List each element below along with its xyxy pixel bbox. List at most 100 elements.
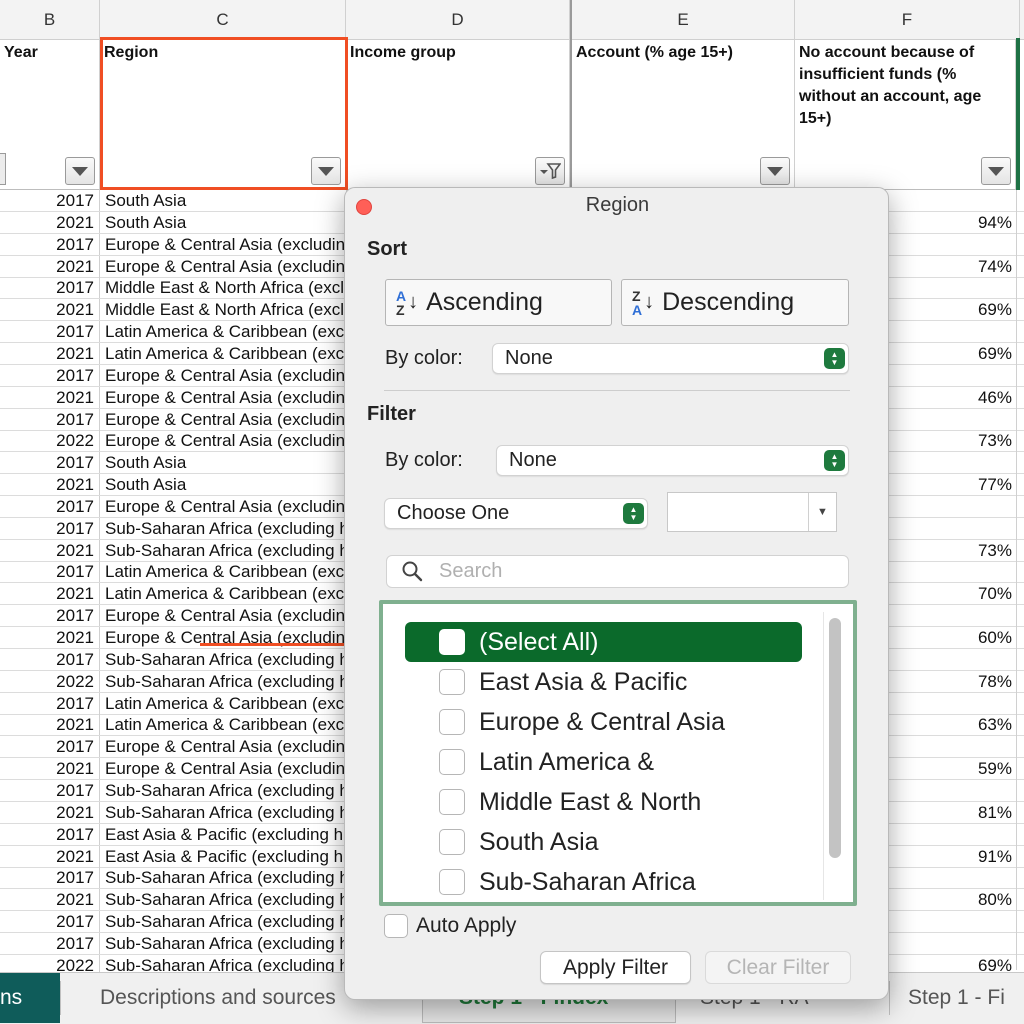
region-cell[interactable]: Europe & Central Asia (excluding high in… [101,409,347,430]
insufficient-funds-cell[interactable]: 78% [890,671,1014,692]
year-cell[interactable]: 2017 [0,605,100,627]
column-letter-c[interactable]: C [100,0,346,40]
insufficient-funds-cell[interactable] [890,736,1014,757]
year-cell[interactable]: 2021 [0,474,100,496]
region-cell[interactable]: Europe & Central Asia (excluding high in… [101,758,347,779]
year-cell[interactable]: 2021 [0,255,100,277]
year-cell[interactable]: 2021 [0,386,100,408]
insufficient-funds-cell[interactable] [890,190,1014,211]
region-cell[interactable]: Sub-Saharan Africa (excluding high incom… [101,780,347,801]
region-cell[interactable]: Europe & Central Asia (excluding high in… [101,736,347,757]
insufficient-funds-cell[interactable]: 46% [890,387,1014,408]
region-cell[interactable]: Sub-Saharan Africa (excluding high incom… [101,540,347,561]
item-checkbox[interactable] [439,749,465,775]
year-cell[interactable]: 2017 [0,495,100,517]
filter-button-partial[interactable] [0,153,6,185]
region-cell[interactable]: Sub-Saharan Africa (excluding high incom… [101,889,347,910]
filter-list-item[interactable]: Middle East & North [405,782,805,822]
item-checkbox[interactable] [439,869,465,895]
region-cell[interactable]: Sub-Saharan Africa (excluding high incom… [101,802,347,823]
year-cell[interactable]: 2021 [0,845,100,867]
year-cell[interactable]: 2021 [0,342,100,364]
insufficient-funds-cell[interactable] [890,518,1014,539]
region-cell[interactable]: Sub-Saharan Africa (excluding high incom… [101,867,347,888]
filter-button-no-account[interactable] [981,157,1011,185]
year-cell[interactable]: 2021 [0,583,100,605]
column-letter-f[interactable]: F [795,0,1020,40]
region-cell[interactable]: East Asia & Pacific (excluding high inco… [101,824,347,845]
insufficient-funds-cell[interactable] [890,867,1014,888]
header-cell-year[interactable]: Year [0,40,100,190]
sort-ascending-button[interactable]: AZ ↓ Ascending [385,279,612,326]
year-cell[interactable]: 2022 [0,670,100,692]
region-cell[interactable]: South Asia [101,190,347,211]
region-cell[interactable]: Sub-Saharan Africa (excluding high incom… [101,933,347,954]
region-cell[interactable]: Latin America & Caribbean (excluding hig… [101,321,347,342]
sort-by-color-select[interactable]: None ▲ ▼ [492,343,849,374]
condition-select[interactable]: Choose One ▲ ▼ [384,498,648,529]
year-cell[interactable]: 2017 [0,452,100,474]
region-cell[interactable]: South Asia [101,212,347,233]
condition-value-combobox[interactable]: ▼ [667,492,837,532]
year-cell[interactable]: 2017 [0,867,100,889]
item-checkbox[interactable] [439,829,465,855]
header-cell-income-group[interactable]: Income group [346,40,570,190]
region-cell[interactable]: Europe & Central Asia (excluding high in… [101,496,347,517]
region-cell[interactable]: Middle East & North Africa (excluding hi… [101,277,347,298]
insufficient-funds-cell[interactable] [890,277,1014,298]
insufficient-funds-cell[interactable]: 69% [890,299,1014,320]
header-cell-account[interactable]: Account (% age 15+) [570,40,795,190]
column-letter-d[interactable]: D [346,0,570,40]
filter-list-item[interactable]: Europe & Central Asia [405,702,805,742]
select-all-item[interactable]: (Select All) [405,622,802,662]
insufficient-funds-cell[interactable] [890,693,1014,714]
insufficient-funds-cell[interactable] [890,409,1014,430]
insufficient-funds-cell[interactable]: 63% [890,714,1014,735]
insufficient-funds-cell[interactable]: 59% [890,758,1014,779]
year-cell[interactable]: 2021 [0,211,100,233]
region-cell[interactable]: Latin America & Caribbean (excluding hig… [101,343,347,364]
year-cell[interactable]: 2017 [0,779,100,801]
filter-list-item[interactable]: Sub-Saharan Africa [405,862,805,902]
sheet-tab-descriptions[interactable]: Descriptions and sources [100,973,378,1023]
region-cell[interactable]: Latin America & Caribbean (excluding hig… [101,693,347,714]
sheet-tab-active[interactable]: ns [0,973,60,1023]
insufficient-funds-cell[interactable] [890,605,1014,626]
year-cell[interactable]: 2017 [0,736,100,758]
insufficient-funds-cell[interactable] [890,321,1014,342]
filter-list-item[interactable]: South Asia [405,822,805,862]
auto-apply-checkbox[interactable] [384,914,408,938]
region-cell[interactable]: South Asia [101,452,347,473]
insufficient-funds-cell[interactable]: 74% [890,256,1014,277]
year-cell[interactable]: 2021 [0,714,100,736]
year-cell[interactable]: 2017 [0,364,100,386]
filter-button-year[interactable] [65,157,95,185]
year-cell[interactable]: 2021 [0,889,100,911]
year-cell[interactable]: 2017 [0,190,100,211]
auto-apply-option[interactable]: Auto Apply [384,914,516,938]
year-cell[interactable]: 2017 [0,648,100,670]
item-checkbox[interactable] [439,629,465,655]
region-cell[interactable]: Sub-Saharan Africa (excluding high incom… [101,518,347,539]
insufficient-funds-cell[interactable] [890,496,1014,517]
insufficient-funds-cell[interactable] [890,234,1014,255]
insufficient-funds-cell[interactable]: 73% [890,540,1014,561]
region-cell[interactable]: Latin America & Caribbean (excluding hig… [101,561,347,582]
filter-list-item[interactable]: Latin America & [405,742,805,782]
insufficient-funds-cell[interactable]: 73% [890,430,1014,451]
item-checkbox[interactable] [439,789,465,815]
year-cell[interactable]: 2017 [0,277,100,299]
year-cell[interactable]: 2017 [0,561,100,583]
apply-filter-button[interactable]: Apply Filter [540,951,691,984]
region-cell[interactable]: Sub-Saharan Africa (excluding high incom… [101,911,347,932]
column-letter-e[interactable]: E [570,0,795,40]
item-checkbox[interactable] [439,709,465,735]
item-checkbox[interactable] [439,669,465,695]
year-cell[interactable]: 2017 [0,517,100,539]
region-cell[interactable]: Europe & Central Asia (excluding high in… [101,234,347,255]
insufficient-funds-cell[interactable]: 80% [890,889,1014,910]
filter-by-color-select[interactable]: None ▲ ▼ [496,445,849,476]
year-cell[interactable]: 2022 [0,430,100,452]
year-cell[interactable]: 2021 [0,758,100,780]
insufficient-funds-cell[interactable] [890,933,1014,954]
